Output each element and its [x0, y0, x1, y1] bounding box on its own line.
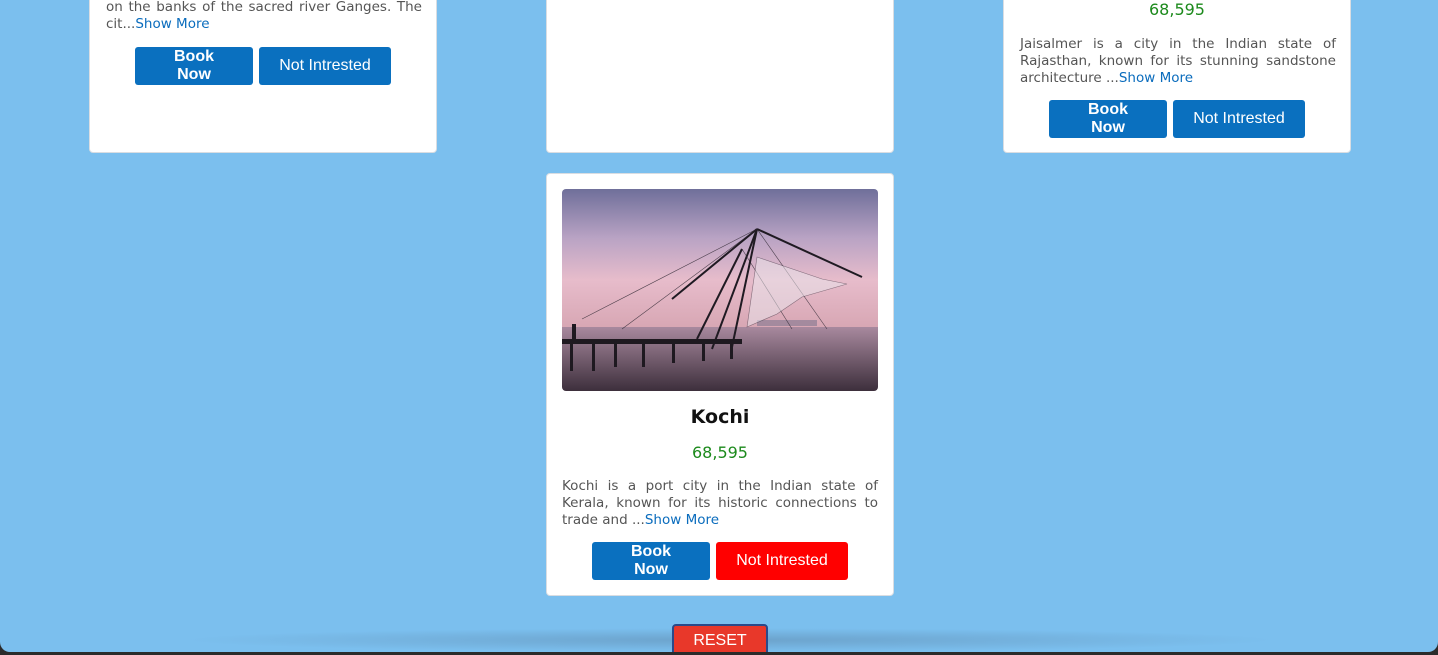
book-now-button[interactable]: Book Now: [135, 47, 253, 85]
card-actions: Book Now Not Intrested: [1004, 100, 1350, 138]
show-more-link[interactable]: Show More: [1119, 70, 1193, 86]
destination-card-kochi: Kochi 68,595 Kochi is a port city in the…: [546, 173, 894, 596]
book-now-button[interactable]: Book Now: [1049, 100, 1167, 138]
card-description: Jaisalmer is a city in the Indian state …: [1020, 36, 1336, 86]
destination-card-varanasi: on the banks of the sacred river Ganges.…: [89, 0, 437, 153]
card-price: 68,595: [1149, 0, 1205, 19]
not-interested-button[interactable]: Not Intrested: [259, 47, 391, 85]
chinese-fishing-net-image: [562, 189, 878, 391]
destination-card-jaisalmer: 68,595 Jaisalmer is a city in the Indian…: [1003, 0, 1351, 153]
not-interested-button[interactable]: Not Intrested: [716, 542, 848, 580]
card-price: 68,595: [692, 443, 748, 462]
show-more-link[interactable]: Show More: [645, 512, 719, 528]
card-description: on the banks of the sacred river Ganges.…: [106, 0, 422, 32]
card-description: Kochi is a port city in the Indian state…: [562, 478, 878, 528]
kochi-image: [562, 189, 878, 391]
destination-card-middle: [546, 0, 894, 153]
card-actions: Book Now Not Intrested: [90, 47, 436, 85]
reset-button[interactable]: RESET: [672, 624, 768, 652]
not-interested-button[interactable]: Not Intrested: [1173, 100, 1305, 138]
book-now-button[interactable]: Book Now: [592, 542, 710, 580]
page-background: on the banks of the sacred river Ganges.…: [0, 0, 1438, 652]
card-title: Kochi: [690, 406, 750, 428]
show-more-link[interactable]: Show More: [135, 16, 209, 32]
card-actions: Book Now Not Intrested: [547, 542, 893, 580]
